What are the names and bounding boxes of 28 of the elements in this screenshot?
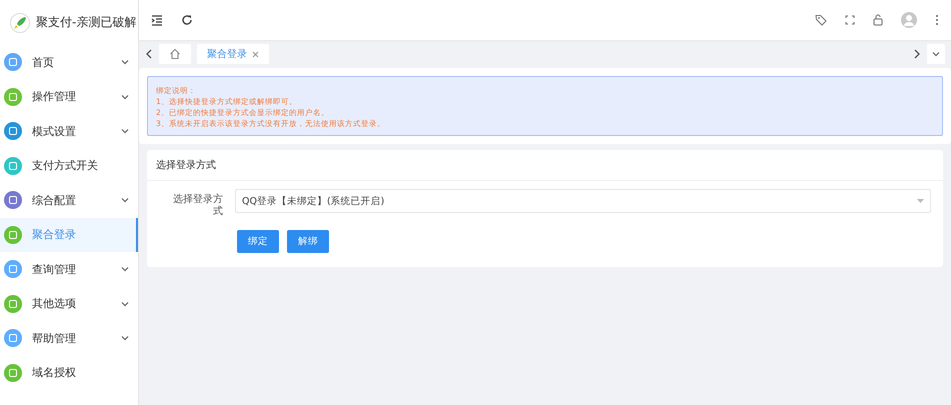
refresh-icon[interactable]	[181, 14, 193, 26]
sidebar-item[interactable]: 模式设置	[0, 114, 138, 148]
more-icon[interactable]	[935, 14, 939, 26]
sidebar-item[interactable]: 域名授权	[0, 356, 138, 390]
lock-icon[interactable]	[873, 14, 883, 26]
app-title: 聚支付-亲测已破解	[36, 14, 136, 31]
sidebar-item[interactable]: 查询管理	[0, 252, 138, 286]
card-title: 选择登录方式	[147, 150, 943, 181]
close-icon[interactable]	[252, 50, 259, 58]
chevron-right-icon[interactable]	[913, 49, 921, 59]
sidebar-item[interactable]: 帮助管理	[0, 321, 138, 356]
menu-toggle-icon[interactable]	[151, 14, 163, 26]
chevron-left-icon[interactable]	[145, 49, 153, 59]
sidebar-item[interactable]: 其他选项	[0, 286, 138, 321]
chevron-down-icon	[931, 49, 941, 59]
login-method-select[interactable]: QQ登录【未绑定】(系统已开启)	[235, 189, 931, 213]
fullscreen-icon[interactable]	[845, 15, 855, 25]
home-icon	[169, 48, 181, 60]
tab-menu-button[interactable]	[927, 44, 945, 64]
sidebar-item[interactable]: 操作管理	[0, 80, 138, 114]
tag-icon[interactable]	[815, 14, 827, 26]
sidebar-item[interactable]: 首页	[0, 45, 138, 80]
home-tab[interactable]	[159, 44, 191, 64]
sidebar-item[interactable]: 综合配置	[0, 183, 138, 218]
sidebar-item[interactable]: 支付方式开关	[0, 148, 138, 183]
field-label: 选择登录方式	[172, 192, 223, 218]
dropdown-caret-icon	[917, 199, 924, 203]
page-tab[interactable]: 聚合登录	[197, 44, 269, 64]
